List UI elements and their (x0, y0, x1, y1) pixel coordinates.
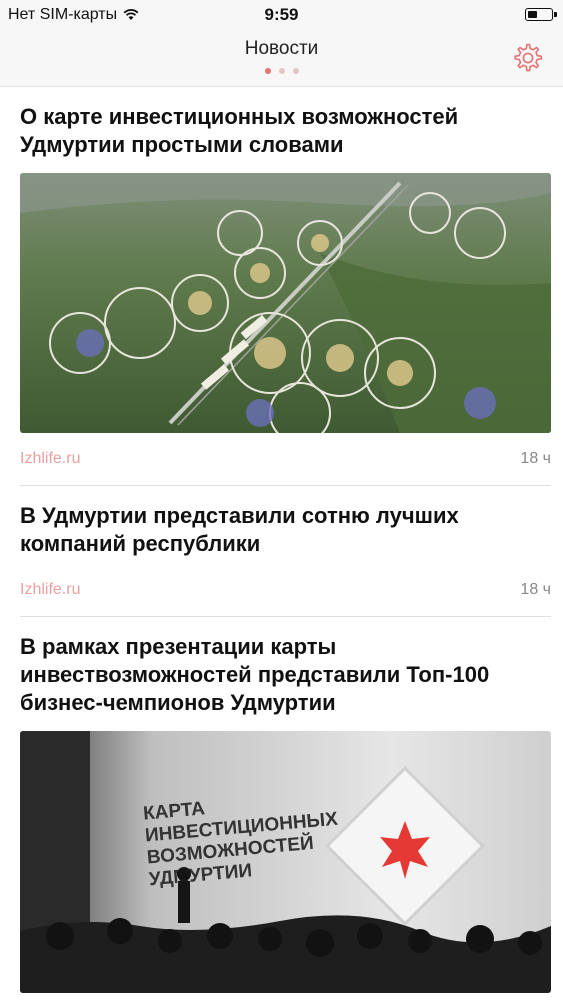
news-source[interactable]: Izhlife.ru (20, 581, 80, 599)
news-title[interactable]: О карте инвестиционных возможностей Удму… (20, 87, 551, 159)
page-dot[interactable] (292, 68, 299, 74)
news-item[interactable]: О карте инвестиционных возможностей Удму… (20, 87, 551, 486)
page-title: Новости (244, 38, 319, 59)
news-meta: Izhlife.ru 18 ч (20, 433, 551, 485)
news-item[interactable]: В рамках презентации карты инвествозможн… (20, 617, 551, 993)
presentation-stage-photo: КАРТА ИНВЕСТИЦИОННЫХ ВОЗМОЖНОСТЕЙ УДМУРТ… (20, 731, 551, 993)
article-image[interactable] (20, 173, 551, 433)
clock: 9:59 (264, 5, 299, 24)
gear-icon[interactable] (511, 41, 545, 75)
article-image[interactable]: КАРТА ИНВЕСТИЦИОННЫХ ВОЗМОЖНОСТЕЙ УДМУРТ… (20, 731, 551, 993)
page-dot[interactable] (264, 68, 271, 74)
battery-nub (554, 12, 557, 17)
battery-icon (525, 8, 557, 21)
battery-fill (528, 11, 538, 18)
status-bar: Нет SIM-карты 9:59 (0, 0, 563, 30)
nav-bar: Новости (0, 30, 563, 87)
page-indicator[interactable] (0, 68, 563, 74)
page-dot[interactable] (278, 68, 285, 74)
news-age: 18 ч (520, 450, 551, 467)
news-feed[interactable]: О карте инвестиционных возможностей Удму… (0, 87, 563, 993)
news-source[interactable]: Izhlife.ru (20, 450, 80, 468)
aerial-city-plan-illustration (20, 173, 551, 433)
news-title[interactable]: В Удмуртии представили сотню лучших комп… (20, 486, 551, 558)
news-title[interactable]: В рамках презентации карты инвествозможн… (20, 617, 551, 717)
news-item[interactable]: В Удмуртии представили сотню лучших комп… (20, 486, 551, 617)
news-meta: Izhlife.ru 18 ч (20, 564, 551, 616)
news-age: 18 ч (520, 581, 551, 598)
